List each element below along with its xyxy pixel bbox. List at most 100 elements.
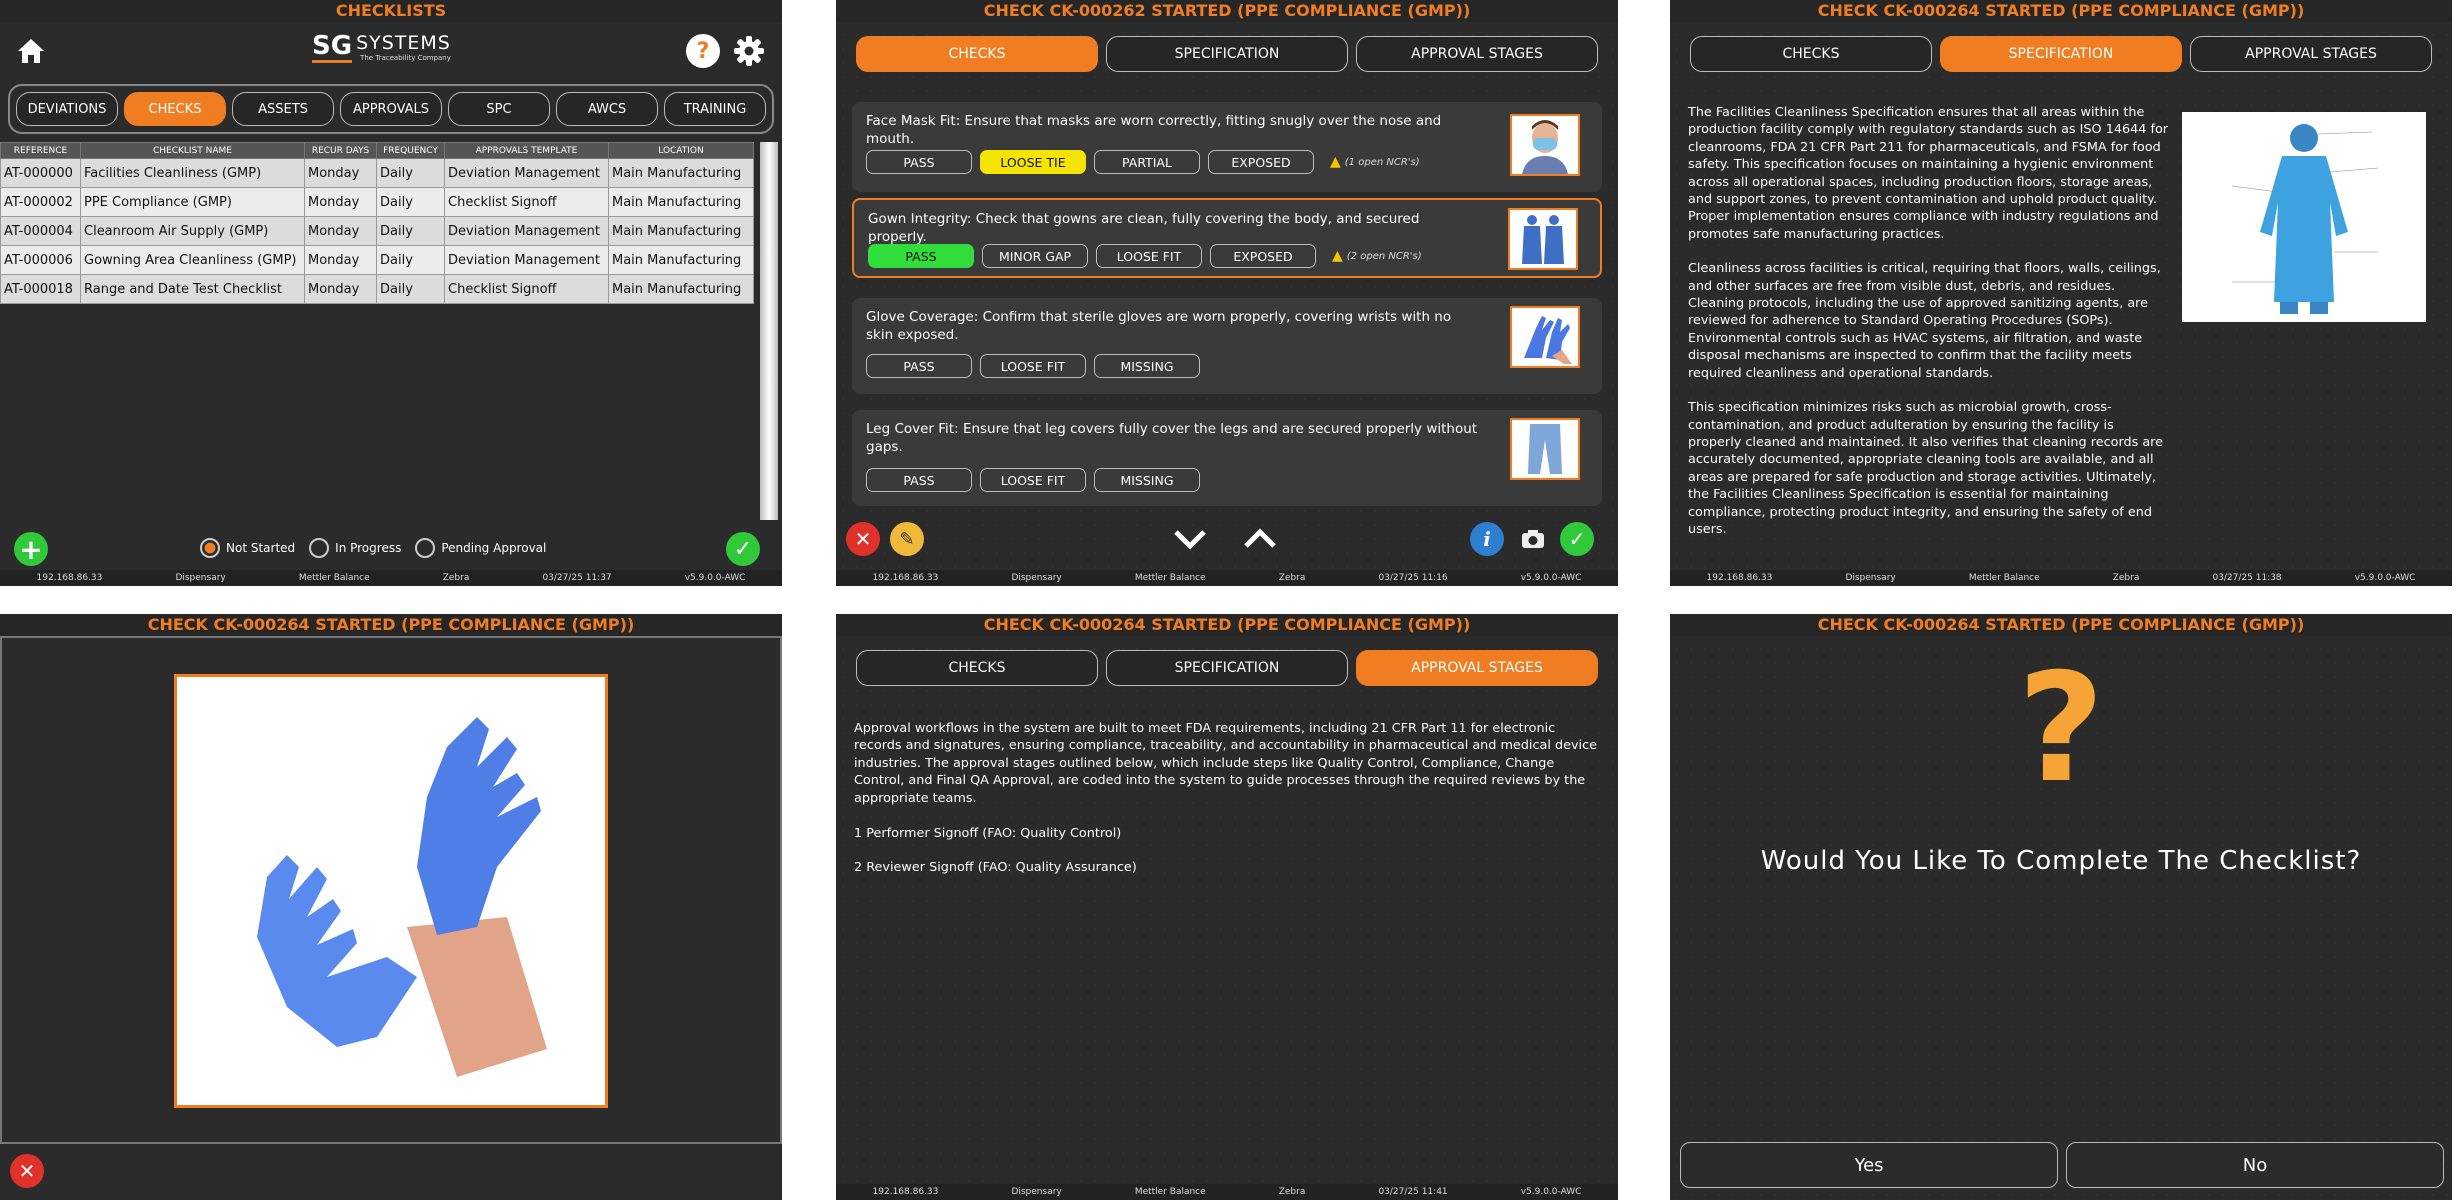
status-bar: 192.168.86.33 Dispensary Mettler Balance Ze…: [1670, 570, 2452, 586]
option-partial[interactable]: PARTIAL: [1094, 150, 1200, 174]
option-pass[interactable]: PASS: [866, 354, 972, 378]
no-button[interactable]: No: [2066, 1142, 2444, 1188]
edit-icon[interactable]: ✎: [890, 522, 924, 556]
status-ip: 192.168.86.33: [36, 573, 103, 583]
table-row[interactable]: AT-000004 Cleanroom Air Supply (GMP) Monda…: [0, 216, 754, 246]
check-options: PASS LOOSE FIT MISSING: [866, 354, 1200, 378]
gloves-full-image[interactable]: [174, 674, 608, 1108]
cell: Main Manufacturing: [608, 158, 754, 188]
option-missing[interactable]: MISSING: [1094, 354, 1200, 378]
vertical-scrollbar[interactable]: [760, 142, 778, 520]
cell: Daily: [376, 274, 445, 304]
logo-main: SG: [312, 31, 353, 63]
home-icon[interactable]: [14, 34, 48, 68]
radio-pending-approval[interactable]: Pending Approval: [415, 538, 546, 558]
tab-checks[interactable]: CHECKS: [856, 36, 1098, 72]
ncr-badge[interactable]: ▲ (1 open NCR's): [1330, 150, 1420, 174]
tab-approval-stages[interactable]: APPROVAL STAGES: [2190, 36, 2432, 72]
nav-checks[interactable]: CHECKS: [124, 92, 226, 126]
nav-training[interactable]: TRAINING: [664, 92, 766, 126]
radio-not-started[interactable]: Not Started: [200, 538, 295, 558]
check-question: Gown Integrity: Check that gowns are cle…: [868, 211, 1420, 245]
cancel-icon[interactable]: ✕: [846, 522, 880, 556]
option-exposed[interactable]: EXPOSED: [1208, 150, 1314, 174]
gear-icon[interactable]: [732, 34, 766, 68]
leg-cover-image[interactable]: [1510, 418, 1580, 480]
option-loose-fit[interactable]: LOOSE FIT: [980, 468, 1086, 492]
status-balance: Mettler Balance: [1134, 1187, 1206, 1197]
check-options: PASS MINOR GAP LOOSE FIT EXPOSED ▲ (2 ope…: [868, 244, 1422, 268]
nav-approvals[interactable]: APPROVALS: [340, 92, 442, 126]
cell: Main Manufacturing: [608, 187, 754, 217]
chevron-up-icon[interactable]: [1242, 526, 1278, 552]
check-item-leg-cover: Leg Cover Fit: Ensure that leg covers fu…: [852, 410, 1602, 506]
add-icon[interactable]: +: [14, 532, 48, 566]
tab-approval-stages[interactable]: APPROVAL STAGES: [1356, 36, 1598, 72]
radio-label: Not Started: [226, 541, 296, 555]
ncr-label: (2 open NCR's): [1346, 250, 1422, 262]
help-icon[interactable]: ?: [686, 34, 720, 68]
cell: Daily: [376, 187, 445, 217]
approval-stages-panel: CHECK CK-000264 STARTED (PPE COMPLIANCE …: [836, 614, 1618, 1200]
cell: AT-000006: [0, 245, 81, 275]
gloves-image[interactable]: [1510, 306, 1580, 368]
col-reference[interactable]: REFERENCE: [0, 142, 81, 159]
logo-systems: SYSTEMS: [356, 32, 451, 54]
status-balance: Mettler Balance: [1134, 573, 1206, 583]
table-row[interactable]: AT-000006 Gowning Area Cleanliness (GMP) M…: [0, 245, 754, 275]
spec-paragraph-3: This specification minimizes risks such …: [1688, 400, 2164, 537]
camera-icon[interactable]: [1520, 526, 1546, 552]
question-mark-icon: ?: [2017, 642, 2105, 816]
table-row[interactable]: AT-000018 Range and Date Test Checklist Mo…: [0, 274, 754, 304]
gown-image[interactable]: [1508, 208, 1578, 270]
complete-confirm-panel: CHECK CK-000264 STARTED (PPE COMPLIANCE …: [1670, 614, 2452, 1200]
close-icon[interactable]: ✕: [10, 1154, 44, 1188]
confirm-icon[interactable]: ✓: [1560, 522, 1594, 556]
cell: Main Manufacturing: [608, 245, 754, 275]
cell: Checklist Signoff: [444, 274, 609, 304]
info-icon[interactable]: i: [1470, 522, 1504, 556]
col-location[interactable]: LOCATION: [608, 142, 754, 159]
confirm-icon[interactable]: ✓: [726, 532, 760, 566]
option-minor-gap[interactable]: MINOR GAP: [982, 244, 1088, 268]
table-row[interactable]: AT-000002 PPE Compliance (GMP) Monday Daily…: [0, 187, 754, 217]
yes-button[interactable]: Yes: [1680, 1142, 2058, 1188]
tab-specification[interactable]: SPECIFICATION: [1106, 36, 1348, 72]
tab-checks[interactable]: CHECKS: [856, 650, 1098, 686]
checklists-panel: CHECKLISTS SG SYSTEMS The Traceability C…: [0, 0, 782, 586]
option-exposed[interactable]: EXPOSED: [1210, 244, 1316, 268]
face-mask-image[interactable]: [1510, 114, 1580, 176]
col-checklist-name[interactable]: CHECKLIST NAME: [80, 142, 305, 159]
nav-assets[interactable]: ASSETS: [232, 92, 334, 126]
table-row[interactable]: AT-000000 Facilities Cleanliness (GMP) Mon…: [0, 158, 754, 188]
chevron-down-icon[interactable]: [1172, 526, 1208, 552]
tab-checks[interactable]: CHECKS: [1690, 36, 1932, 72]
status-printer: Zebra: [1278, 573, 1306, 583]
ncr-badge[interactable]: ▲ (2 open NCR's): [1332, 244, 1422, 268]
option-missing[interactable]: MISSING: [1094, 468, 1200, 492]
option-loose-fit[interactable]: LOOSE FIT: [1096, 244, 1202, 268]
nav-awcs[interactable]: AWCS: [556, 92, 658, 126]
image-viewer-panel: CHECK CK-000264 STARTED (PPE COMPLIANCE …: [0, 614, 782, 1200]
tab-specification[interactable]: SPECIFICATION: [1106, 650, 1348, 686]
col-frequency[interactable]: FREQUENCY: [376, 142, 445, 159]
spec-paragraph-2: Cleanliness across facilities is critica…: [1688, 261, 2161, 381]
option-loose-tie[interactable]: LOOSE TIE: [980, 150, 1086, 174]
tab-specification[interactable]: SPECIFICATION: [1940, 36, 2182, 72]
nav-deviations[interactable]: DEVIATIONS: [16, 92, 118, 126]
cell: Daily: [376, 216, 445, 246]
status-station: Dispensary: [1845, 573, 1896, 583]
cell: Deviation Management: [444, 216, 609, 246]
option-pass[interactable]: PASS: [866, 468, 972, 492]
tab-approval-stages[interactable]: APPROVAL STAGES: [1356, 650, 1598, 686]
status-printer: Zebra: [1278, 1187, 1306, 1197]
gown-diagram-image[interactable]: [2182, 112, 2426, 322]
col-recur-days[interactable]: RECUR DAYS: [304, 142, 377, 159]
nav-spc[interactable]: SPC: [448, 92, 550, 126]
tab-bar: CHECKS SPECIFICATION APPROVAL STAGES: [1690, 36, 2432, 72]
radio-in-progress[interactable]: In Progress: [309, 538, 401, 558]
option-loose-fit[interactable]: LOOSE FIT: [980, 354, 1086, 378]
option-pass[interactable]: PASS: [868, 244, 974, 268]
col-approvals-template[interactable]: APPROVALS TEMPLATE: [444, 142, 609, 159]
option-pass[interactable]: PASS: [866, 150, 972, 174]
